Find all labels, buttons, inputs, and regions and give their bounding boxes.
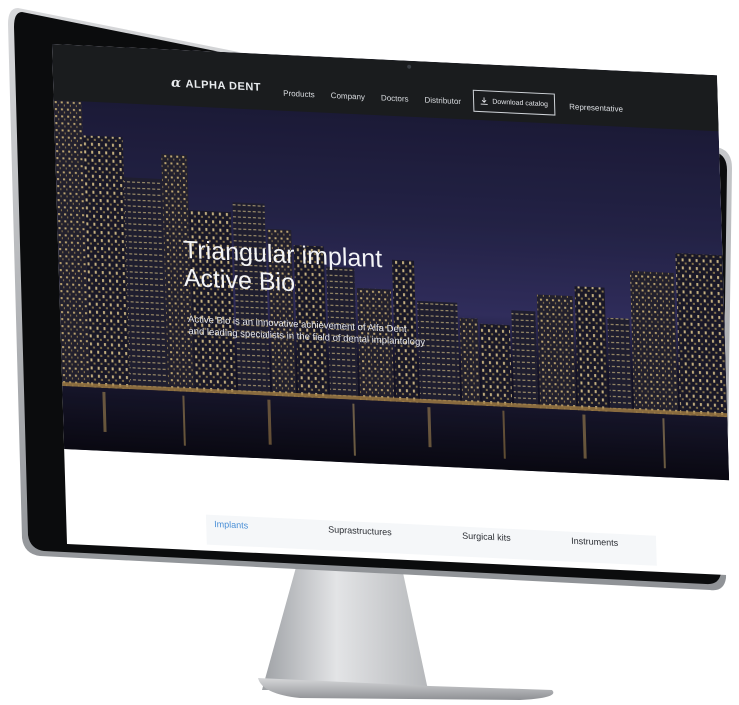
nav-products[interactable]: Products [283,89,315,99]
nav-representative[interactable]: Representative [569,102,623,114]
category-instruments[interactable]: Instruments [571,536,618,548]
download-catalog-button[interactable]: Download catalog [472,89,556,116]
main-nav: Products Company Doctors Distributor [283,89,461,106]
category-implants[interactable]: Implants [214,519,248,531]
download-icon [480,97,488,105]
nav-distributor[interactable]: Distributor [424,95,461,106]
monitor: α ALPHA DENT Products Company Doctors Dis… [0,0,739,705]
brand-name: ALPHA DENT [185,78,262,94]
hero-banner: α ALPHA DENT Products Company Doctors Dis… [52,44,730,481]
brand-logo[interactable]: α ALPHA DENT [171,76,261,95]
category-suprastructures[interactable]: Suprastructures [328,524,392,537]
screen: α ALPHA DENT Products Company Doctors Dis… [52,44,732,576]
webcam-dot [407,64,412,69]
nav-doctors[interactable]: Doctors [381,93,409,103]
hero-title: Triangular implant Active Bio [183,236,384,301]
category-surgical-kits[interactable]: Surgical kits [462,531,511,543]
alpha-logo-icon: α [170,75,182,92]
nav-company[interactable]: Company [331,91,366,102]
download-catalog-label: Download catalog [492,98,549,108]
